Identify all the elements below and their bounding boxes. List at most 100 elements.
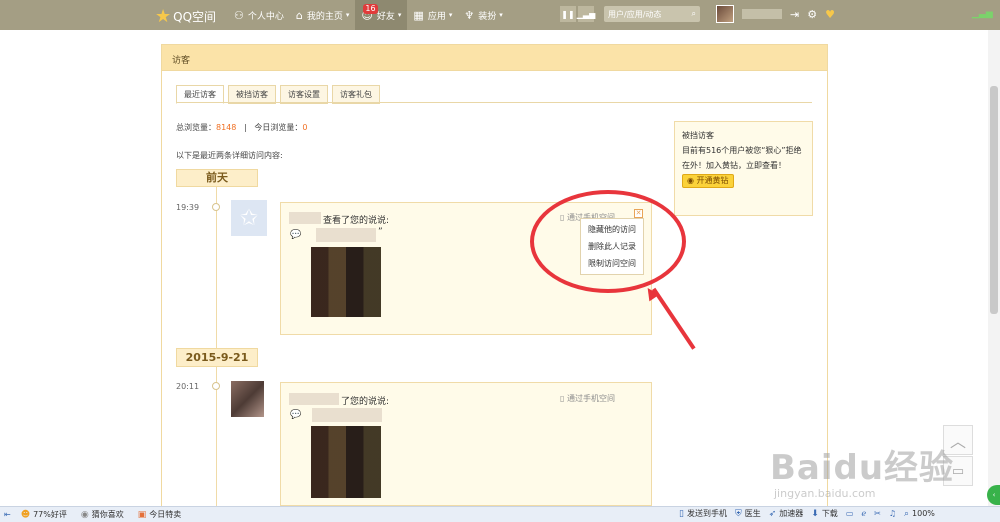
visit-time: 19:39 [176, 203, 200, 212]
nav-label: 我的主页 [306, 11, 343, 22]
qzone-logo[interactable]: ★ QQ空间 [155, 6, 216, 27]
search-icon[interactable]: ⌕ [692, 9, 696, 19]
logout-icon[interactable]: ⇥ [790, 8, 799, 21]
user-avatar[interactable] [716, 5, 734, 23]
nav-my-homepage[interactable]: ⌂ 我的主页 ▾ [290, 0, 356, 30]
date-tag: 2015-9-21 [176, 348, 258, 367]
visitor-name-blurred[interactable] [289, 393, 339, 405]
visitor-avatar[interactable] [231, 381, 264, 417]
topbar-right: ❚❚ ▁▃▅ 用户/应用/动态 ⌕ ⇥ ⚙ ♥ [560, 5, 835, 23]
tool-icon[interactable]: ▭ [846, 509, 854, 518]
search-placeholder: 用户/应用/动态 [608, 9, 662, 19]
visitor-avatar[interactable]: ✩ [231, 200, 267, 236]
top-navigation-bar: ★ QQ空间 ⚇ 个人中心 ⌂ 我的主页 ▾ ☺ 16 好友 ▾ ▦ 应用 ▾ … [0, 0, 1000, 30]
view-stats: 总浏览量：8148 | 今日浏览量：0 [176, 122, 307, 133]
pause-icon[interactable]: ❚❚ [560, 6, 576, 22]
total-views-label: 总浏览量： [176, 123, 216, 132]
home-icon: ⌂ [295, 8, 303, 22]
phone-icon: ▯ [560, 394, 565, 403]
nav-personal-center[interactable]: ⚇ 个人中心 [228, 0, 290, 30]
status-label: 猜你喜欢 [91, 510, 124, 519]
star-logo-icon: ★ [155, 6, 172, 27]
visit-action: 查看了您的说说: [323, 216, 390, 226]
smile-icon: ☻ [20, 509, 31, 520]
visitor-name-blurred[interactable] [289, 212, 321, 224]
logo-text: QQ空间 [173, 10, 217, 24]
green-side-button[interactable]: ‹ [987, 485, 1000, 505]
nav-dress-up[interactable]: ♆ 装扮 ▾ [458, 0, 508, 30]
sidebox-title: 被挡访客 [682, 131, 714, 140]
chevron-down-icon: ▾ [448, 11, 453, 19]
apps-icon: ▦ [413, 8, 424, 22]
yellow-diamond-icon[interactable]: ♥ [825, 8, 835, 21]
source-label: ▯ 通过手机空间 [560, 393, 615, 404]
blocked-visitors-box: 被挡访客 目前有516个用户被您“狠心”拒绝在外！加入黄钻，立即查看！ ◉ 开通… [674, 121, 813, 216]
comment-icon: 💬 [290, 230, 302, 240]
nav-friends[interactable]: ☺ 16 好友 ▾ [355, 0, 408, 30]
status-doctor[interactable]: ⛨ 医生 [735, 508, 761, 519]
speaker-icon[interactable]: ♫ [889, 509, 896, 518]
today-views-value: 0 [302, 123, 308, 132]
browser-status-bar: ⇤ ☻ 77%好评 ◉ 猜你喜欢 ▣ 今日特卖 ▯ 发送到手机 ⛨ 医生 ➶ 加速器 ⬇ 下载… [0, 506, 1000, 522]
status-label: 77%好评 [33, 510, 67, 519]
person-icon: ⚇ [234, 8, 244, 22]
cut-icon[interactable]: ✂ [874, 509, 881, 518]
source-text: 通过手机空间 [566, 394, 615, 403]
status-label: 发送到手机 [686, 509, 727, 518]
annotation-circle [530, 190, 686, 293]
nav-label: 应用 [427, 11, 446, 22]
exit-icon[interactable]: ⇤ [4, 510, 11, 519]
search-input[interactable]: 用户/应用/动态 ⌕ [604, 6, 700, 22]
dot-icon: ◉ [80, 509, 89, 520]
status-label: 医生 [744, 509, 761, 518]
status-rating[interactable]: ☻ 77%好评 [21, 509, 67, 520]
user-name-blurred[interactable] [742, 9, 782, 19]
status-label: 下载 [821, 509, 838, 518]
date-tag: 前天 [176, 169, 258, 187]
bars-icon[interactable]: ▁▃▅ [577, 6, 595, 22]
shield-icon: ⛨ [734, 508, 742, 519]
status-guess-you-like[interactable]: ◉ 猜你喜欢 [81, 509, 124, 520]
tabs-divider [176, 102, 812, 103]
status-send-to-phone[interactable]: ▯ 发送到手机 [679, 508, 727, 519]
default-avatar-icon: ✩ [239, 205, 259, 231]
baidu-watermark: Baidu经验 jingyan.baidu.com [770, 440, 954, 500]
comment-icon: 💬 [290, 410, 302, 420]
post-text-blurred [316, 228, 376, 242]
main-nav: ⚇ 个人中心 ⌂ 我的主页 ▾ ☺ 16 好友 ▾ ▦ 应用 ▾ ♆ 装扮 ▾ [228, 0, 509, 30]
nav-label: 个人中心 [247, 11, 284, 22]
gear-icon[interactable]: ⚙ [807, 8, 817, 21]
nav-label: 装扮 [478, 11, 497, 22]
quote-mark: ” [378, 227, 383, 237]
download-icon: ⬇ [811, 508, 819, 519]
post-image-blurred[interactable] [311, 426, 381, 498]
status-accelerator[interactable]: ➶ 加速器 [769, 508, 804, 519]
status-daily-sale[interactable]: ▣ 今日特卖 [138, 509, 182, 520]
button-label: 开通黄钻 [696, 176, 729, 185]
zoom-icon: ⌕ [903, 508, 910, 519]
status-zoom[interactable]: ⌕ 100% [904, 509, 935, 519]
scrollbar-thumb[interactable] [990, 86, 998, 314]
diamond-icon: ◉ [687, 176, 694, 185]
sidebox-text: 目前有516个用户被您“狠心”拒绝在外！加入黄钻，立即查看！ [682, 146, 802, 170]
panel-title: 访客 [162, 45, 827, 71]
timeline-dot [212, 203, 220, 211]
post-image-blurred[interactable] [311, 247, 381, 317]
status-right-group: ▯ 发送到手机 ⛨ 医生 ➶ 加速器 ⬇ 下载 ▭ ℯ ✂ ♫ ⌕ 100% [679, 508, 949, 519]
total-views-value: 8148 [216, 123, 237, 132]
today-views-label: 今日浏览量： [254, 123, 303, 132]
open-yellow-diamond-button[interactable]: ◉ 开通黄钻 [682, 174, 734, 188]
intro-text: 以下是最近两条详细访问内容: [176, 151, 283, 160]
chevron-down-icon: ▾ [499, 11, 503, 19]
phone-icon: ▯ [679, 508, 684, 519]
status-label: 今日特卖 [149, 510, 182, 519]
visit-action: 了您的说说: [341, 397, 390, 407]
chevron-down-icon: ▾ [397, 11, 402, 19]
status-download[interactable]: ⬇ 下载 [811, 508, 838, 519]
stats-separator: | [244, 123, 247, 132]
nav-label: 好友 [376, 11, 395, 22]
watermark-main: Baidu经验 [770, 448, 955, 488]
ie-icon[interactable]: ℯ [861, 509, 866, 518]
nav-apps[interactable]: ▦ 应用 ▾ [407, 0, 458, 30]
post-text-blurred [312, 408, 382, 422]
